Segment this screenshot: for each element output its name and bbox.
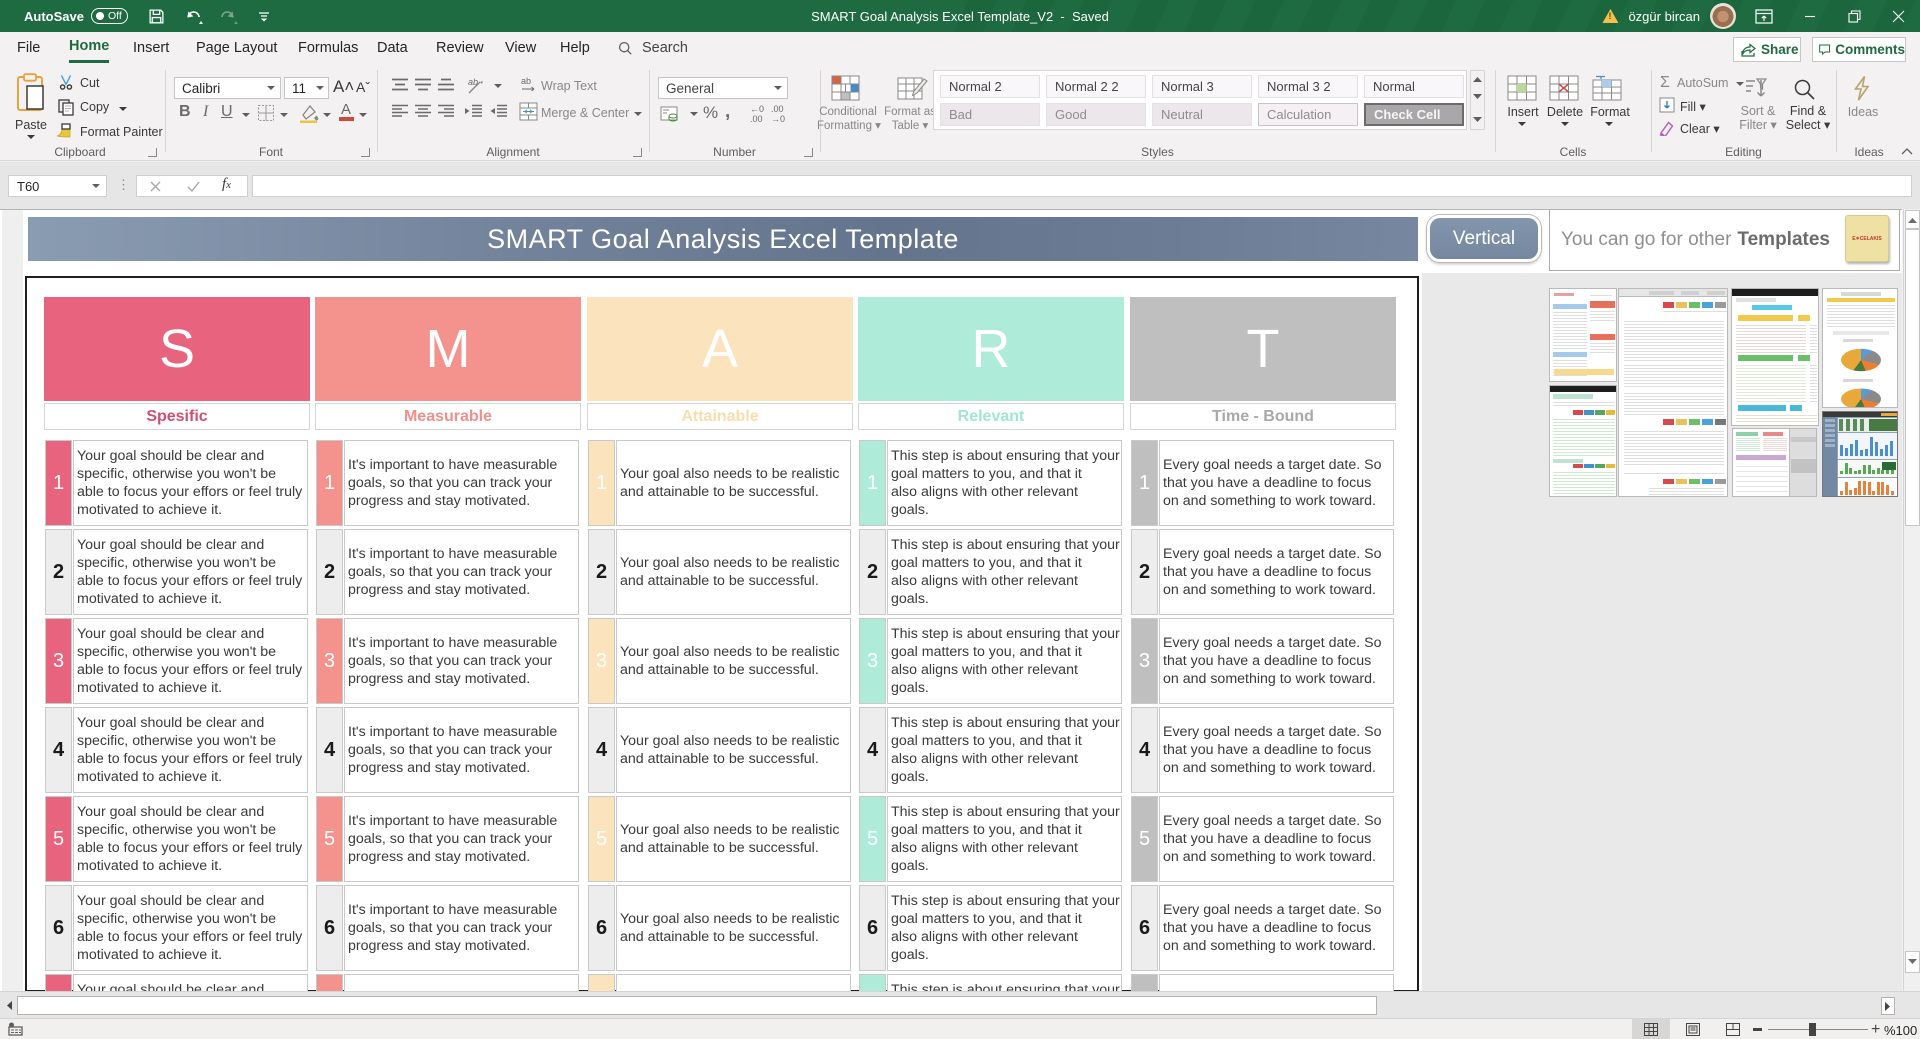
- svg-text:ab: ab: [468, 77, 478, 87]
- svg-text:ab: ab: [521, 76, 531, 86]
